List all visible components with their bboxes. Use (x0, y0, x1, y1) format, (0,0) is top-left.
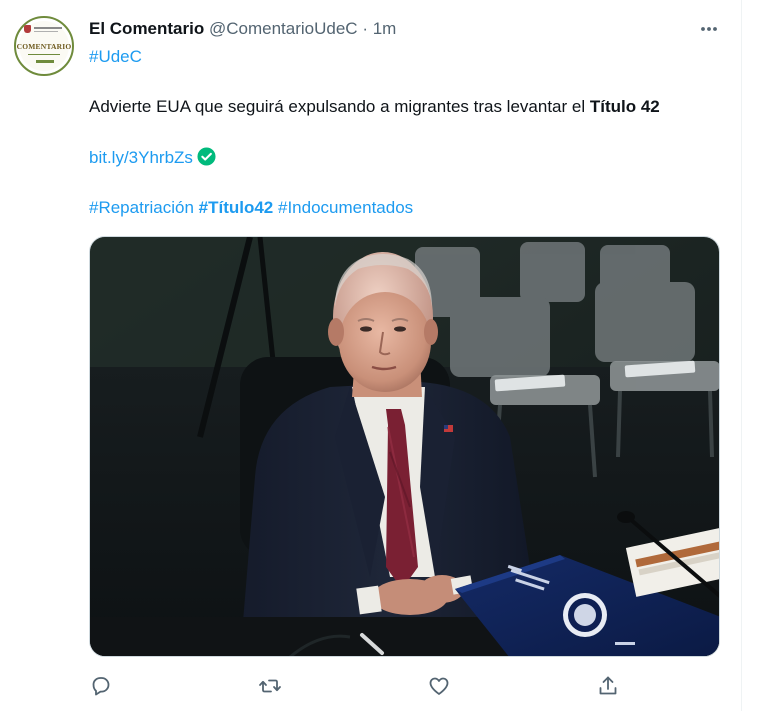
heart-icon[interactable] (427, 674, 451, 698)
tweet-header: El Comentario @ComentarioUdeC · 1m (89, 18, 396, 40)
post-time[interactable]: 1m (373, 19, 397, 38)
headline-text: Advierte EUA que seguirá expulsando a mi… (89, 97, 590, 116)
headline-bold-text: Título 42 (589, 97, 660, 116)
tweet-photo[interactable] (89, 236, 720, 657)
tweet-page: COMENTARIO El Comentario @ComentarioUdeC… (0, 0, 761, 711)
avatar[interactable]: COMENTARIO (14, 16, 74, 76)
author-handle[interactable]: @ComentarioUdeC (209, 19, 358, 38)
hashtag-titulo42[interactable]: #Título42 (199, 198, 274, 217)
photo-scene (90, 237, 719, 656)
retweet-icon[interactable] (258, 674, 282, 698)
check-circle-icon (197, 147, 216, 166)
hashtag-indocumentados[interactable]: #Indocumentados (278, 198, 413, 217)
short-link[interactable]: bit.ly/3YhrbZs (89, 148, 193, 167)
tweet-line-hashtag: #UdeC (89, 46, 142, 68)
avatar-mark (36, 60, 54, 63)
column-divider (741, 0, 742, 711)
share-icon[interactable] (596, 674, 620, 698)
tweet-link-line: bit.ly/3YhrbZs (89, 147, 216, 169)
avatar-logo-text: COMENTARIO (16, 42, 72, 51)
hashtag-link[interactable]: #UdeC (89, 47, 142, 66)
tweet-hashtags: #Repatriación #Título42 #Indocumentados (89, 197, 413, 219)
hashtag-repatriacion[interactable]: #Repatriación (89, 198, 194, 217)
reply-icon[interactable] (89, 674, 113, 698)
separator: · (362, 19, 368, 38)
tweet-headline: Advierte EUA que seguirá expulsando a mi… (89, 96, 660, 118)
author-name[interactable]: El Comentario (89, 19, 204, 38)
avatar-line (34, 31, 58, 32)
more-options-icon[interactable] (696, 16, 722, 42)
shield-icon (24, 25, 31, 33)
avatar-line (34, 27, 62, 29)
avatar-rule (28, 54, 60, 55)
